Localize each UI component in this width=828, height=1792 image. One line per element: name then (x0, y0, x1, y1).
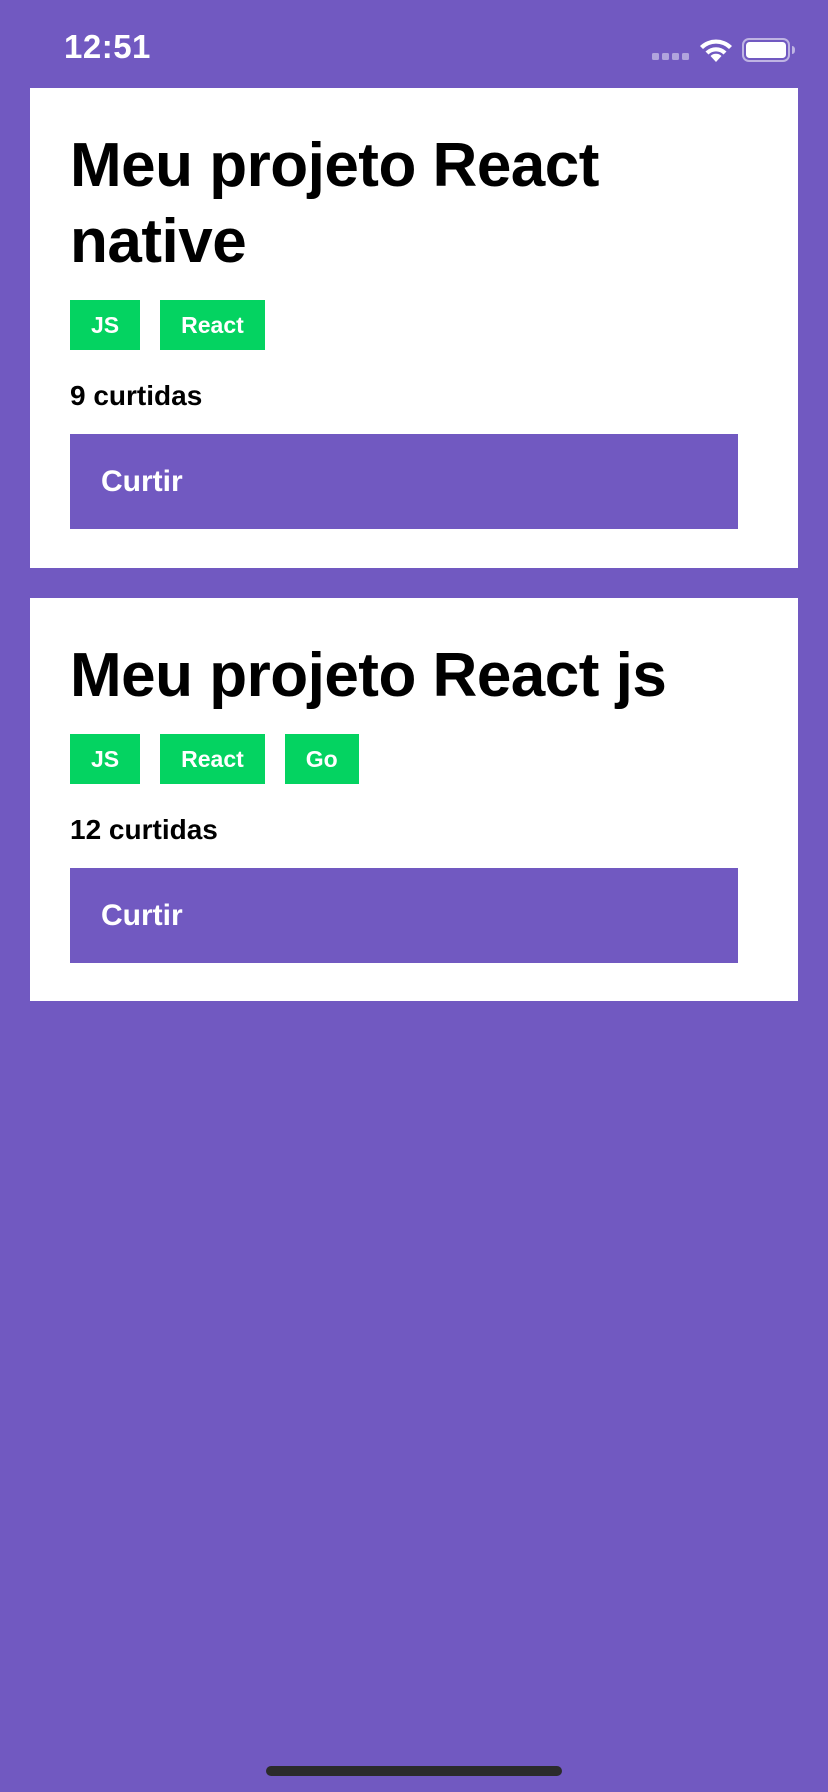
signal-icon (652, 53, 689, 60)
tech-badge: Go (284, 734, 359, 784)
project-card: Meu projeto React native JS React 9 curt… (30, 88, 798, 568)
project-title: Meu projeto React js (70, 641, 667, 710)
project-title: Meu projeto React native (70, 131, 599, 276)
status-time: 12:51 (64, 28, 151, 65)
status-bar: 12:51 (0, 0, 828, 88)
likes-count: 9 curtidas (70, 380, 203, 411)
battery-icon (742, 38, 795, 62)
like-button[interactable]: Curtir (70, 868, 738, 963)
project-card: Meu projeto React js JS React Go 12 curt… (30, 598, 798, 1001)
tech-badge: JS (70, 734, 141, 784)
tech-list: JS React (70, 300, 758, 350)
tech-badge: React (160, 734, 265, 784)
tech-badge: React (160, 300, 265, 350)
likes-count: 12 curtidas (70, 814, 218, 845)
home-indicator[interactable] (266, 1766, 562, 1776)
like-button[interactable]: Curtir (70, 434, 738, 529)
wifi-icon (700, 39, 732, 62)
tech-list: JS React Go (70, 734, 758, 784)
tech-badge: JS (70, 300, 141, 350)
